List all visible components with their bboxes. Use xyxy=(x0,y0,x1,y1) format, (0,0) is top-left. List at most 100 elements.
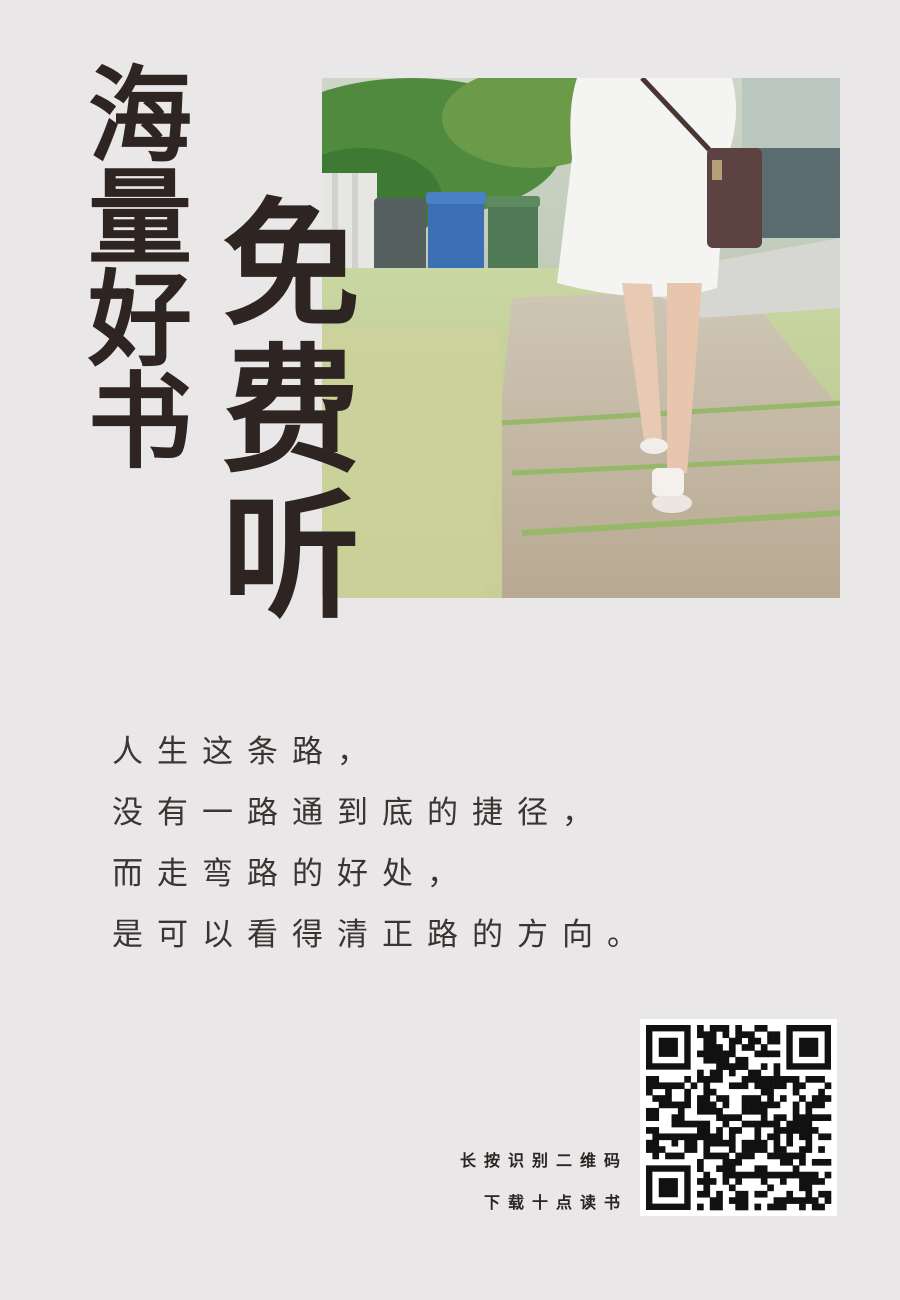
qr-module xyxy=(799,1158,806,1166)
qr-module xyxy=(818,1076,825,1083)
qr-code[interactable] xyxy=(640,1019,837,1216)
qr-module xyxy=(811,1178,819,1185)
qr-module xyxy=(709,1037,717,1045)
qr-module xyxy=(697,1178,704,1185)
qr-module xyxy=(773,1120,781,1128)
qr-module xyxy=(773,1114,781,1121)
qr-module xyxy=(671,1139,679,1147)
qr-module xyxy=(735,1082,742,1090)
qr-module xyxy=(697,1127,704,1134)
qr-module xyxy=(709,1088,717,1096)
title-right-column: 免 费 听 xyxy=(222,196,360,634)
qr-module xyxy=(799,1171,806,1179)
qr-module xyxy=(773,1069,781,1077)
qr-module xyxy=(677,1082,685,1090)
qr-module xyxy=(709,1069,717,1077)
qr-module xyxy=(754,1095,762,1102)
qr-module xyxy=(760,1139,768,1147)
qr-module xyxy=(716,1190,723,1198)
qr-module xyxy=(703,1127,711,1134)
qr-module xyxy=(792,1152,800,1160)
qr-module xyxy=(760,1114,768,1121)
qr-finder-pattern xyxy=(646,1025,691,1070)
qr-module xyxy=(722,1101,730,1109)
qr-module xyxy=(818,1101,825,1109)
qr-module xyxy=(697,1107,704,1115)
qr-module xyxy=(652,1095,660,1102)
title-char: 量 xyxy=(88,156,193,279)
qr-module xyxy=(767,1095,774,1102)
qr-caption: 长按识别二维码 下载十点读书 xyxy=(460,1140,628,1224)
qr-module xyxy=(748,1037,755,1045)
qr-module xyxy=(735,1037,742,1045)
qr-module xyxy=(709,1197,717,1204)
poem-line: 而走弯路的好处， xyxy=(112,856,472,892)
qr-module xyxy=(799,1127,806,1134)
qr-module xyxy=(799,1082,806,1090)
qr-module xyxy=(799,1152,806,1160)
qr-module xyxy=(671,1120,679,1128)
hero-photo xyxy=(322,78,840,598)
qr-module xyxy=(646,1082,653,1090)
qr-module xyxy=(760,1146,768,1153)
qr-module xyxy=(754,1146,762,1153)
qr-module xyxy=(818,1114,825,1121)
qr-module xyxy=(741,1152,749,1160)
qr-module xyxy=(748,1069,755,1077)
qr-module xyxy=(665,1101,672,1109)
qr-module xyxy=(760,1088,768,1096)
qr-module xyxy=(652,1152,660,1160)
qr-module xyxy=(658,1146,666,1153)
title-char: 海 xyxy=(88,54,193,177)
qr-module xyxy=(703,1050,711,1058)
qr-module xyxy=(805,1171,813,1179)
qr-module xyxy=(709,1056,717,1064)
qr-module xyxy=(709,1133,717,1141)
qr-module xyxy=(754,1139,762,1147)
qr-module xyxy=(773,1133,781,1141)
qr-module xyxy=(665,1095,672,1102)
qr-module xyxy=(792,1107,800,1115)
qr-module xyxy=(665,1133,672,1141)
qr-module xyxy=(799,1184,806,1192)
qr-module xyxy=(811,1114,819,1121)
title-char: 费 xyxy=(222,329,361,492)
qr-module xyxy=(690,1082,698,1090)
qr-module xyxy=(677,1107,685,1115)
qr-module xyxy=(792,1076,800,1083)
qr-module xyxy=(709,1101,717,1109)
qr-module xyxy=(697,1165,704,1173)
qr-module xyxy=(760,1044,768,1051)
qr-module xyxy=(779,1197,787,1204)
qr-module xyxy=(716,1133,723,1141)
qr-module xyxy=(786,1197,794,1204)
qr-module xyxy=(767,1203,774,1211)
qr-module xyxy=(677,1133,685,1141)
qr-module xyxy=(741,1076,749,1083)
qr-module xyxy=(716,1056,723,1064)
qr-module xyxy=(703,1146,711,1153)
qr-module xyxy=(773,1171,781,1179)
qr-module xyxy=(818,1178,825,1185)
qr-module xyxy=(760,1107,768,1115)
qr-module xyxy=(722,1114,730,1121)
qr-module xyxy=(728,1171,736,1179)
qr-module xyxy=(697,1190,704,1198)
qr-module xyxy=(652,1127,660,1134)
poem-line: 人生这条路， xyxy=(112,734,382,770)
qr-module xyxy=(748,1107,755,1115)
qr-module xyxy=(767,1082,774,1090)
qr-module xyxy=(728,1063,736,1070)
qr-module xyxy=(805,1190,813,1198)
qr-module xyxy=(728,1044,736,1051)
qr-module xyxy=(773,1101,781,1109)
qr-module xyxy=(799,1133,806,1141)
qr-module xyxy=(684,1146,691,1153)
qr-module xyxy=(735,1197,742,1204)
qr-module xyxy=(754,1107,762,1115)
qr-module xyxy=(767,1076,774,1083)
qr-module xyxy=(805,1114,813,1121)
qr-module xyxy=(811,1158,819,1166)
qr-module xyxy=(690,1146,698,1153)
qr-module xyxy=(735,1063,742,1070)
